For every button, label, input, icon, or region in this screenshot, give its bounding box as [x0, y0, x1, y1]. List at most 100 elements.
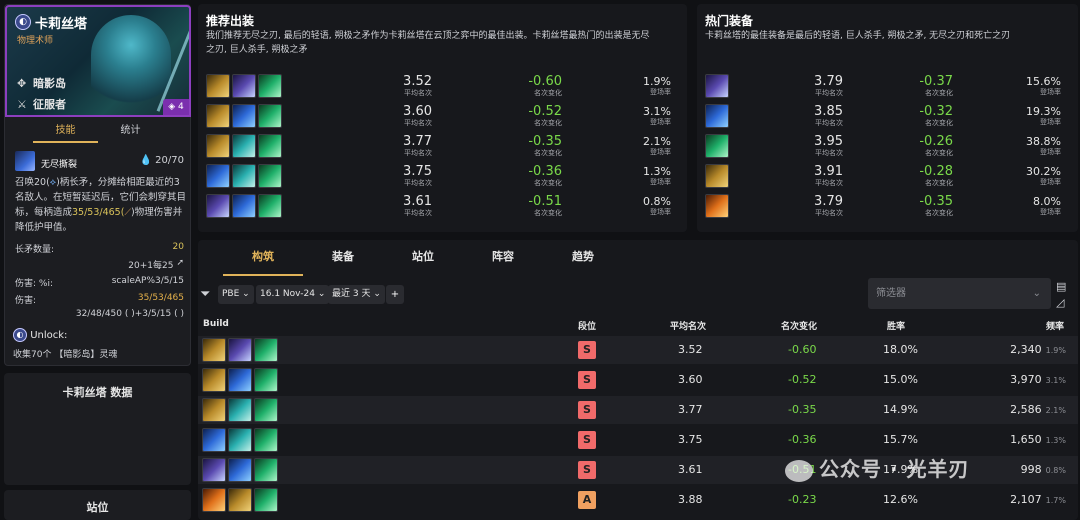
set-dropdown[interactable]: PBE ⌄ [218, 285, 254, 304]
item-icon[interactable] [206, 74, 230, 98]
trait-conqueror[interactable]: ⚔ 征服者 [17, 96, 66, 112]
change-value: -0.35 [919, 193, 953, 209]
col-tier[interactable]: 段位 [578, 319, 596, 332]
col-avg[interactable]: 平均名次 [670, 319, 706, 332]
filter-icon[interactable]: ⏷ [200, 287, 210, 302]
item-icon[interactable] [258, 164, 282, 188]
stat-row-damage-ap: 伤害: %i: scaleAP%3/5/15 [15, 276, 184, 289]
item-icon[interactable] [254, 368, 278, 392]
item-icon[interactable] [202, 398, 226, 422]
rate-label: 登场率 [1040, 148, 1061, 156]
recommended-row[interactable]: 3.52 平均名次 -0.60 名次变化 1.9% 登场率 [206, 72, 676, 100]
item-icon[interactable] [254, 428, 278, 452]
stat-change: -0.60 名次变化 [504, 74, 562, 98]
filter-select[interactable]: 筛选器 ⌄ [868, 278, 1051, 309]
item-icon[interactable] [258, 134, 282, 158]
item-icon[interactable] [202, 488, 226, 512]
item-icon[interactable] [202, 428, 226, 452]
cell-chg: -0.60 [788, 343, 817, 356]
item-icon[interactable] [228, 368, 252, 392]
scaling-icon: ➚ [176, 258, 184, 268]
item-icon[interactable] [206, 194, 230, 218]
item-icon[interactable] [202, 338, 226, 362]
avg-value: 3.52 [403, 73, 432, 89]
table-row[interactable]: S 3.52 -0.60 18.0% 2,340 1.9% [198, 336, 1078, 364]
tab-trends[interactable]: 趋势 [543, 240, 623, 276]
item-icon[interactable] [202, 368, 226, 392]
item-icons [202, 458, 278, 482]
recommended-row[interactable]: 3.75 平均名次 -0.36 名次变化 1.3% 登场率 [206, 162, 676, 190]
item-icon[interactable] [705, 194, 729, 218]
recommended-desc: 我们推荐无尽之刃, 最后的轻语, 朔极之矛作为卡莉丝塔在云顶之弈中的最佳出装。卡… [206, 29, 649, 57]
col-winrate[interactable]: 胜率 [887, 319, 905, 332]
item-icon[interactable] [228, 398, 252, 422]
col-build[interactable]: Build [203, 319, 229, 329]
item-icon[interactable] [228, 458, 252, 482]
champion-card: ◐ 卡莉丝塔 物理术师 ✥ 暗影岛 ⚔ 征服者 ◈ 4 技能 统计 无尽撕裂 💧 2… [4, 4, 191, 366]
tab-builds[interactable]: 构筑 [223, 240, 303, 276]
item-icon[interactable] [705, 134, 729, 158]
item-icon[interactable] [254, 398, 278, 422]
stat-change: -0.32 名次变化 [895, 104, 953, 128]
item-icon[interactable] [254, 458, 278, 482]
cell-win: 15.0% [883, 373, 918, 386]
stat-value: scaleAP%3/5/15 [111, 276, 184, 286]
avg-value: 3.77 [403, 133, 432, 149]
tab-comps[interactable]: 阵容 [463, 240, 543, 276]
filter-select-placeholder: 筛选器 [876, 288, 906, 299]
item-icon[interactable] [232, 164, 256, 188]
tab-skill[interactable]: 技能 [33, 121, 98, 143]
item-icon[interactable] [705, 164, 729, 188]
item-icon[interactable] [254, 338, 278, 362]
table-row[interactable]: S 3.60 -0.52 15.0% 3,970 3.1% [198, 366, 1078, 394]
item-icon[interactable] [232, 194, 256, 218]
tier-badge: S [578, 431, 596, 449]
table-row[interactable]: S 3.75 -0.36 15.7% 1,650 1.3% [198, 426, 1078, 454]
item-icon[interactable] [254, 488, 278, 512]
item-icon[interactable] [206, 134, 230, 158]
item-icon[interactable] [206, 164, 230, 188]
range-dropdown[interactable]: 最近 3 天 ⌄ [328, 285, 385, 304]
champion-data-card: 卡莉丝塔 数据 [4, 373, 191, 485]
hot-item-row[interactable]: 3.79 平均名次 -0.35 名次变化 8.0% 登场率 [705, 192, 1070, 220]
item-icon[interactable] [202, 458, 226, 482]
recommended-row[interactable]: 3.60 平均名次 -0.52 名次变化 3.1% 登场率 [206, 102, 676, 130]
change-label: 名次变化 [925, 148, 953, 157]
item-icon[interactable] [206, 104, 230, 128]
tab-positioning[interactable]: 站位 [383, 240, 463, 276]
avg-label: 平均名次 [815, 88, 843, 97]
item-icon[interactable] [705, 74, 729, 98]
tab-stats[interactable]: 统计 [98, 121, 163, 143]
hot-item-row[interactable]: 3.95 平均名次 -0.26 名次变化 38.8% 登场率 [705, 132, 1070, 160]
item-icon[interactable] [705, 104, 729, 128]
chart-view-icon[interactable]: ◿ [1056, 296, 1064, 309]
recommended-row[interactable]: 3.77 平均名次 -0.35 名次变化 2.1% 登场率 [206, 132, 676, 160]
hot-item-row[interactable]: 3.79 平均名次 -0.37 名次变化 15.6% 登场率 [705, 72, 1070, 100]
item-icon[interactable] [228, 338, 252, 362]
trait-shadow-isles[interactable]: ✥ 暗影岛 [17, 75, 66, 91]
item-icon[interactable] [258, 104, 282, 128]
stat-row-spears: 长矛数量: 20 [15, 242, 184, 255]
col-frequency[interactable]: 频率 [1046, 319, 1064, 332]
item-icon[interactable] [232, 74, 256, 98]
item-icon[interactable] [228, 428, 252, 452]
hot-title: 热门装备 [705, 14, 754, 28]
stat-rate: 15.6% 登场率 [1015, 75, 1061, 97]
hot-item-row[interactable]: 3.85 平均名次 -0.32 名次变化 19.3% 登场率 [705, 102, 1070, 130]
item-icon[interactable] [258, 194, 282, 218]
table-view-icon[interactable]: ▤ [1056, 280, 1066, 293]
col-change[interactable]: 名次变化 [781, 319, 817, 332]
item-icon[interactable] [258, 74, 282, 98]
item-icon[interactable] [228, 488, 252, 512]
item-icon[interactable] [232, 134, 256, 158]
tab-items[interactable]: 装备 [303, 240, 383, 276]
rate-label: 登场率 [650, 208, 671, 216]
recommended-row[interactable]: 3.61 平均名次 -0.51 名次变化 0.8% 登场率 [206, 192, 676, 220]
cell-frequency: 3,970 3.1% [1010, 373, 1066, 386]
patch-dropdown[interactable]: 16.1 Nov-24 ⌄ [256, 285, 330, 304]
item-icon[interactable] [232, 104, 256, 128]
add-filter-button[interactable]: + [386, 285, 404, 304]
table-row[interactable]: S 3.77 -0.35 14.9% 2,586 2.1% [198, 396, 1078, 424]
hot-item-row[interactable]: 3.91 平均名次 -0.28 名次变化 30.2% 登场率 [705, 162, 1070, 190]
table-row[interactable]: A 3.88 -0.23 12.6% 2,107 1.7% [198, 486, 1078, 514]
